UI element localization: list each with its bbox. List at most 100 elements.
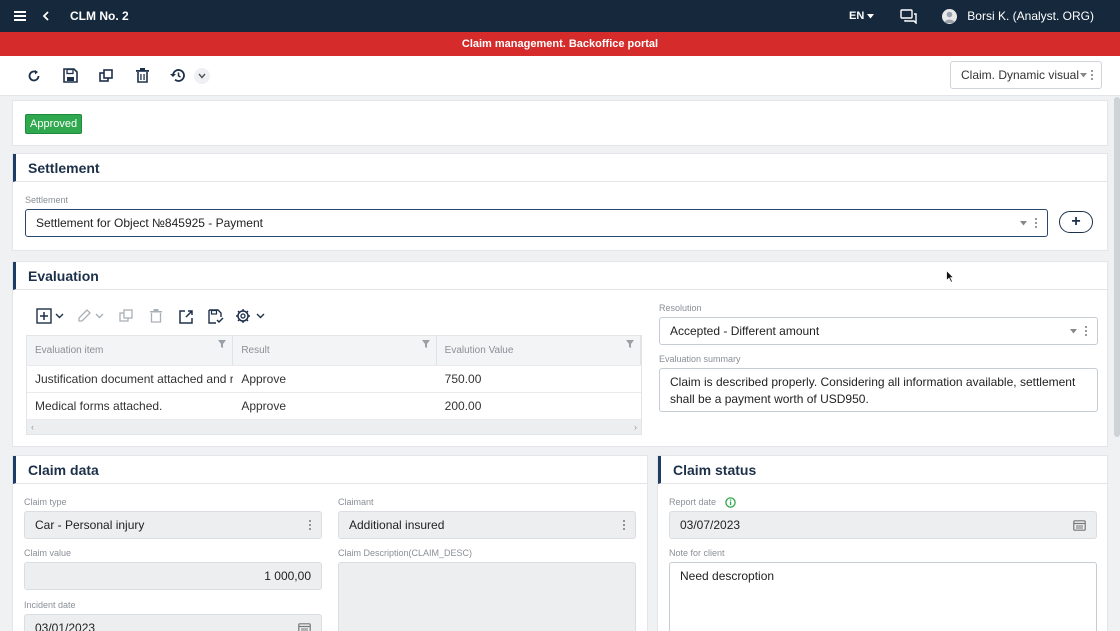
- date-controls: [298, 622, 311, 631]
- claimant-value: Additional insured: [349, 518, 445, 532]
- column-header[interactable]: Evaluation item: [27, 336, 234, 365]
- refresh-icon[interactable]: [20, 62, 48, 90]
- filter-icon[interactable]: [626, 340, 634, 348]
- settings-icon[interactable]: [233, 304, 269, 328]
- caret-down-icon: [1020, 220, 1027, 225]
- claim-description-field[interactable]: [338, 562, 636, 631]
- info-icon[interactable]: [724, 497, 736, 508]
- mouse-cursor-icon: [946, 270, 954, 283]
- action-toolbar: Claim. Dynamic visual: [0, 56, 1120, 96]
- incident-date-field[interactable]: 03/01/2023: [24, 614, 322, 631]
- caret-down-icon: [867, 13, 875, 18]
- more-icon[interactable]: [1085, 326, 1087, 336]
- delete-row-icon[interactable]: [143, 304, 169, 328]
- record-title: CLM No. 2: [70, 9, 129, 23]
- duplicate-icon[interactable]: [113, 304, 139, 328]
- report-date-field[interactable]: 03/07/2023: [669, 511, 1097, 539]
- note-for-client-label: Note for client: [669, 548, 725, 558]
- resolution-label: Resolution: [659, 303, 702, 313]
- claim-status-section: Claim status Report date 03/07/2023 Note…: [657, 455, 1108, 631]
- column-header[interactable]: Result: [233, 336, 437, 365]
- note-for-client-field[interactable]: Need descroption: [669, 562, 1097, 631]
- column-header[interactable]: Evalution Value: [437, 336, 641, 365]
- grid-header: Evaluation item Result Evalution Value: [27, 336, 641, 366]
- view-selector-value: Claim. Dynamic visual: [961, 68, 1080, 82]
- user-name: Borsi K. (Analyst. ORG): [967, 9, 1094, 23]
- claimant-label: Claimant: [338, 497, 374, 507]
- date-controls: [1073, 519, 1086, 531]
- export-icon[interactable]: [173, 304, 199, 328]
- status-card: Approved: [12, 100, 1108, 146]
- delete-icon[interactable]: [128, 62, 156, 90]
- user-menu[interactable]: Borsi K. (Analyst. ORG): [942, 8, 1094, 24]
- evaluation-grid: Evaluation item Result Evalution Value J…: [26, 335, 642, 435]
- banner-text: Claim management. Backoffice portal: [461, 38, 659, 50]
- select-controls: [1070, 326, 1087, 336]
- resolution-select[interactable]: Accepted - Different amount: [659, 317, 1098, 345]
- menu-icon[interactable]: [10, 6, 30, 26]
- history-icon[interactable]: [164, 62, 192, 90]
- grid-horizontal-scrollbar[interactable]: ‹ ›: [27, 420, 641, 434]
- caret-down-icon: [1080, 72, 1087, 77]
- back-icon[interactable]: [36, 6, 56, 26]
- settlement-title: Settlement: [13, 154, 1107, 182]
- portal-banner: Claim management. Backoffice portal: [0, 32, 1120, 56]
- save-view-icon[interactable]: [203, 304, 229, 328]
- calendar-icon[interactable]: [298, 622, 311, 631]
- more-icon[interactable]: [623, 520, 625, 530]
- incident-date-label: Incident date: [24, 600, 76, 610]
- select-controls: [1020, 218, 1037, 228]
- add-settlement-button[interactable]: +: [1059, 211, 1093, 233]
- column-header-label: Result: [241, 345, 270, 356]
- view-selector-controls: [1080, 70, 1093, 80]
- select-controls: [623, 520, 625, 530]
- status-badge: Approved: [25, 114, 83, 134]
- save-icon[interactable]: [56, 62, 84, 90]
- language-selector[interactable]: EN: [849, 10, 875, 22]
- page-scrollbar[interactable]: [1114, 97, 1120, 437]
- top-bar-right: EN Borsi K. (Analyst. ORG): [849, 8, 1120, 24]
- top-bar: CLM No. 2 EN Borsi K. (Analyst. ORG): [0, 0, 1120, 32]
- claim-value-label: Claim value: [24, 548, 72, 558]
- report-date-label: Report date: [669, 497, 717, 507]
- column-header-label: Evalution Value: [444, 345, 514, 356]
- claim-value-field[interactable]: 1 000,00: [24, 562, 322, 590]
- evaluation-summary-label: Evaluation summary: [659, 354, 741, 364]
- grid-toolbar: [33, 304, 273, 328]
- resolution-value: Accepted - Different amount: [670, 324, 820, 338]
- scroll-right-icon[interactable]: ›: [634, 422, 637, 432]
- chat-icon[interactable]: [900, 8, 918, 24]
- incident-date-value: 03/01/2023: [35, 621, 96, 631]
- calendar-icon[interactable]: [1073, 519, 1086, 531]
- view-selector[interactable]: Claim. Dynamic visual: [950, 61, 1102, 89]
- more-icon[interactable]: [309, 520, 311, 530]
- cell-value: 200.00: [444, 399, 482, 413]
- more-icon[interactable]: [1035, 218, 1037, 228]
- claim-type-select[interactable]: Car - Personal injury: [24, 511, 322, 539]
- settlement-select[interactable]: Settlement for Object №845925 - Payment: [25, 209, 1048, 237]
- evaluation-section: Evaluation Evaluation item Result Evalut…: [12, 261, 1108, 447]
- language-label: EN: [849, 10, 865, 22]
- table-row[interactable]: Medical forms attached. Approve 200.00: [27, 393, 641, 420]
- filter-icon[interactable]: [421, 340, 430, 348]
- scroll-left-icon[interactable]: ‹: [31, 422, 34, 432]
- avatar: [942, 8, 958, 24]
- claim-description-label: Claim Description(CLAIM_DESC): [338, 548, 473, 558]
- evaluation-summary-field[interactable]: Claim is described properly. Considering…: [659, 368, 1098, 412]
- claim-data-title: Claim data: [13, 456, 647, 484]
- cell-value: 750.00: [444, 372, 482, 386]
- table-row[interactable]: Justification document attached and rele…: [27, 366, 641, 393]
- claim-type-label: Claim type: [24, 497, 67, 507]
- chevron-down-icon[interactable]: [194, 67, 210, 84]
- cell-evaluation-item: Justification document attached and rele…: [35, 372, 234, 386]
- filter-icon[interactable]: [218, 340, 227, 348]
- cell-result: Approve: [241, 399, 287, 413]
- cell-result: Approve: [241, 372, 287, 386]
- more-icon[interactable]: [1091, 70, 1093, 80]
- settlement-value: Settlement for Object №845925 - Payment: [36, 216, 263, 230]
- add-row-icon[interactable]: [33, 304, 69, 328]
- edit-icon[interactable]: [73, 304, 109, 328]
- claimant-select[interactable]: Additional insured: [338, 511, 636, 539]
- copy-icon[interactable]: [92, 62, 120, 90]
- claim-value: 1 000,00: [264, 569, 311, 583]
